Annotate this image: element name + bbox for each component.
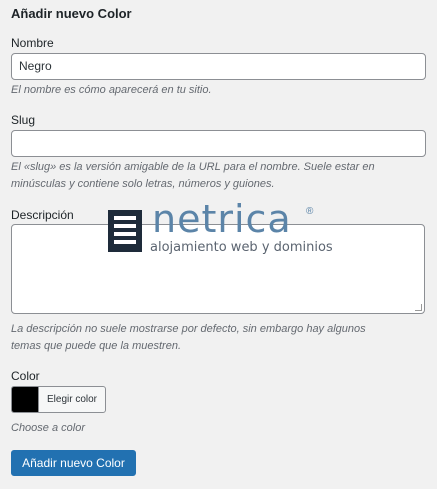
color-swatch [12,387,39,412]
watermark-brand: netrica [152,197,292,241]
color-help: Choose a color [11,422,85,434]
color-picker-button[interactable]: Elegir color [11,386,106,413]
slug-help-line1: El «slug» es la versión amigable de la U… [11,161,375,173]
description-label: Descripción [11,208,74,222]
color-picker-label: Elegir color [46,394,98,405]
watermark-registered: ® [306,206,314,217]
netrica-logo-icon [108,210,142,252]
slug-label: Slug [11,113,36,127]
slug-input[interactable] [11,130,426,157]
description-help-line1: La descripción no suele mostrarse por de… [11,323,366,335]
form-title: Añadir nuevo Color [11,6,132,21]
add-color-submit-button[interactable]: Añadir nuevo Color [11,450,136,476]
slug-help-line2: minúsculas y contiene solo letras, númer… [11,178,275,190]
color-label: Color [11,369,40,383]
name-help: El nombre es cómo aparecerá en tu sitio. [11,84,212,96]
description-help-line2: temas que puede que la muestren. [11,340,182,352]
netrica-watermark: netrica ® alojamiento web y dominios [108,197,348,259]
name-input[interactable]: Negro [11,53,426,80]
watermark-tagline: alojamiento web y dominios [150,240,333,255]
name-label: Nombre [11,36,54,50]
resize-handle-icon[interactable] [415,304,422,311]
